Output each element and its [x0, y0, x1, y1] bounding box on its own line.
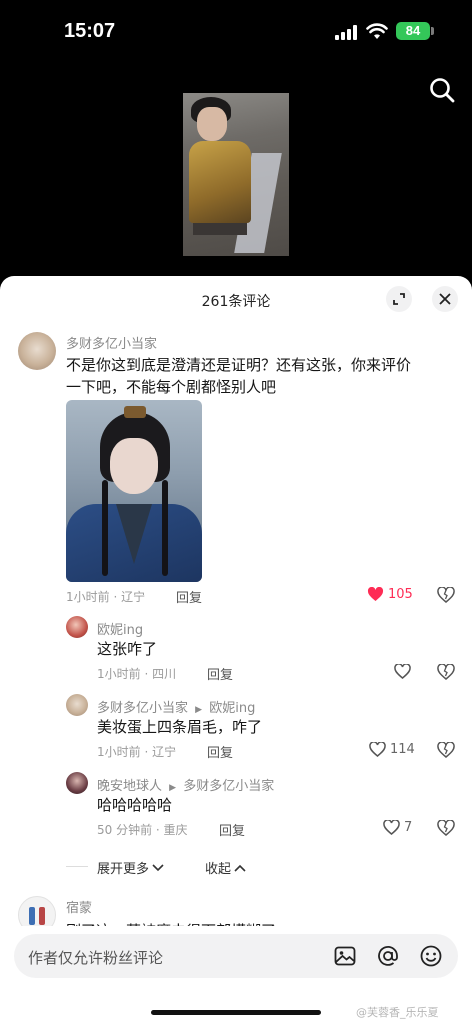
reply-meta: 1小时前 · 四川 — [97, 667, 177, 681]
reply-meta: 50 分钟前 · 重庆 — [97, 823, 188, 837]
video-thumbnail[interactable] — [183, 93, 289, 256]
battery-indicator: 84 — [396, 22, 430, 40]
signal-icon — [335, 24, 359, 40]
dislike-icon[interactable] — [437, 587, 455, 603]
status-bar: 15:07 84 — [0, 0, 472, 64]
like-button[interactable]: 114 — [369, 742, 415, 757]
reply-username[interactable]: 多财多亿小当家 — [97, 701, 188, 716]
collapse-label: 收起 — [205, 862, 232, 877]
reply-to-arrow-icon: ▶ — [169, 783, 177, 793]
avatar[interactable] — [66, 772, 88, 794]
watermark: @芙蓉香_乐乐夏 — [356, 1006, 439, 1019]
image-icon[interactable] — [333, 944, 357, 968]
comment-text-line: 不是你这到底是澄清还是证明？还有这张，你来评价 — [66, 356, 412, 374]
collapse-button[interactable]: 收起 — [205, 858, 246, 877]
battery-cap — [431, 27, 434, 35]
avatar[interactable] — [18, 332, 56, 370]
mention-icon[interactable] — [376, 944, 400, 968]
video-figure-armor — [189, 141, 251, 223]
chevron-down-icon — [152, 863, 164, 871]
reply-button[interactable]: 回复 — [176, 587, 202, 606]
comment-text-line: 一下吧，不能每个剧都怪别人吧 — [66, 378, 277, 396]
comment-text: 不是你这到底是澄清还是证明？还有这张，你来评价 一下吧，不能每个剧都怪别人吧 — [66, 354, 458, 398]
dislike-icon[interactable] — [437, 742, 455, 758]
reply-button[interactable]: 回复 — [219, 820, 245, 839]
like-button[interactable] — [394, 664, 411, 679]
comment-sheet: 261条评论 多财多亿小当家 不是你这到底是澄清还是证明？还有这张，你来评价 一… — [0, 276, 472, 1024]
comment-image[interactable] — [66, 400, 202, 582]
reply-username[interactable]: 晚安地球人 — [97, 779, 162, 794]
image-figure-braid — [162, 480, 168, 576]
status-time: 15:07 — [64, 20, 116, 42]
reply-text: 这张咋了 — [97, 640, 158, 658]
image-figure-face — [110, 438, 158, 494]
video-figure-belt — [193, 223, 247, 235]
comment-input-placeholder: 作者仅允许粉丝评论 — [28, 949, 164, 967]
expand-sheet-button[interactable] — [386, 286, 412, 312]
home-indicator — [151, 1010, 321, 1015]
close-icon — [439, 293, 451, 305]
like-count: 7 — [404, 820, 413, 835]
reply-text: 美妆蛋上四条眉毛，咋了 — [97, 718, 263, 736]
reply-button[interactable]: 回复 — [207, 742, 233, 761]
dislike-icon[interactable] — [437, 820, 455, 836]
search-icon[interactable] — [428, 76, 456, 104]
comment-input[interactable]: 作者仅允许粉丝评论 — [14, 934, 458, 978]
close-sheet-button[interactable] — [432, 286, 458, 312]
chevron-up-icon — [234, 864, 246, 872]
heart-outline-icon — [369, 742, 386, 757]
reply-to-arrow-icon: ▶ — [195, 705, 203, 715]
expand-icon — [393, 293, 405, 305]
reply-button[interactable]: 回复 — [207, 664, 233, 683]
comment-meta: 1小时前 · 辽宁 — [66, 590, 146, 604]
reply-username[interactable]: 欧妮ing — [97, 619, 143, 638]
reply-header: 晚安地球人 ▶ 多财多亿小当家 — [97, 775, 274, 794]
like-count: 105 — [388, 587, 413, 602]
heart-outline-icon — [383, 820, 400, 835]
like-button[interactable]: 105 — [367, 587, 413, 602]
reply-header: 多财多亿小当家 ▶ 欧妮ing — [97, 697, 255, 716]
reply-text: 哈哈哈哈哈 — [97, 796, 173, 814]
expand-more-label: 展开更多 — [97, 862, 150, 877]
sheet-header: 261条评论 — [0, 276, 472, 322]
reply-meta: 1小时前 · 辽宁 — [97, 745, 177, 759]
avatar-figure — [39, 907, 45, 925]
heart-filled-icon — [367, 587, 384, 601]
avatar[interactable] — [66, 694, 88, 716]
avatar[interactable] — [66, 616, 88, 638]
like-count: 114 — [390, 742, 415, 757]
reply-to-username[interactable]: 多财多亿小当家 — [183, 779, 274, 794]
expand-more-button[interactable]: 展开更多 — [97, 858, 164, 877]
like-button[interactable]: 7 — [383, 820, 412, 835]
image-figure-crown — [124, 406, 146, 418]
comment-username[interactable]: 宿蒙 — [66, 897, 92, 916]
emoji-icon[interactable] — [419, 944, 443, 968]
image-figure-braid — [102, 480, 108, 576]
video-figure-face — [197, 107, 227, 141]
thread-divider — [66, 866, 88, 867]
heart-outline-icon — [394, 664, 411, 679]
wifi-icon — [366, 23, 388, 39]
avatar-figure — [29, 907, 35, 925]
dislike-icon[interactable] — [437, 664, 455, 680]
comment-username[interactable]: 多财多亿小当家 — [66, 333, 157, 352]
reply-to-username[interactable]: 欧妮ing — [209, 701, 255, 716]
